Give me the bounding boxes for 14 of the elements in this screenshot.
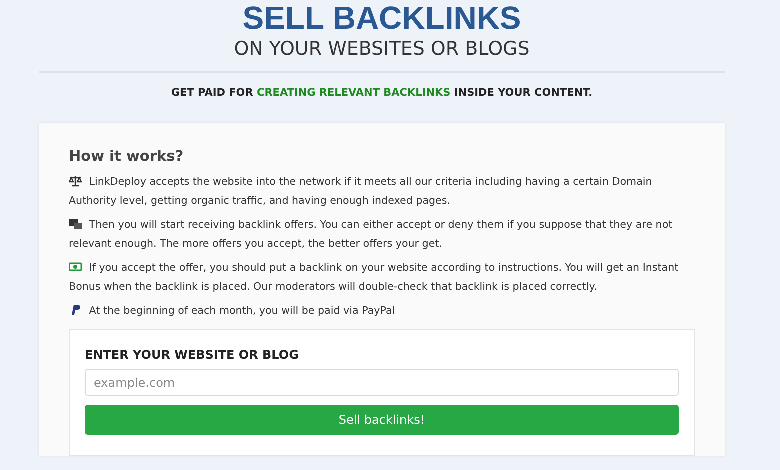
form-label: ENTER YOUR WEBSITE OR BLOG — [85, 348, 300, 362]
step-text: LinkDeploy accepts the website into the network if it meets all our criteria including having a certain Domain Authority level, getting organic traffic, and having enough indexed pages. — [69, 174, 654, 209]
paypal-icon — [69, 304, 82, 316]
money-icon — [69, 261, 82, 273]
sell-backlinks-button[interactable]: Sell backlinks! — [85, 405, 679, 435]
page-title: SELL BACKLINKS — [242, 0, 522, 35]
step-text: Then you will start receiving backlink offers. You can either accept or deny them if you suppose that they are not relevant enough. The more offers you accept, the better offers your get. — [69, 217, 674, 252]
website-input[interactable]: example.com — [85, 369, 679, 396]
scale-icon — [69, 175, 82, 187]
step-text: At the beginning of each month, you will be paid via PayPal — [69, 302, 695, 321]
step-text: If you accept the offer, you should put a backlink on your website according to instructions. You will get an Instant Bonus when the backlink is placed. Our moderators will double-check that backlink is placed correctly. — [69, 260, 680, 295]
section-heading: How it works? — [69, 149, 185, 165]
page-subtitle: ON YOUR WEBSITES OR BLOGS — [234, 38, 530, 60]
tagline: GET PAID FOR CREATING RELEVANT BACKLINKS INSIDE YOUR CONTENT. — [171, 87, 593, 99]
